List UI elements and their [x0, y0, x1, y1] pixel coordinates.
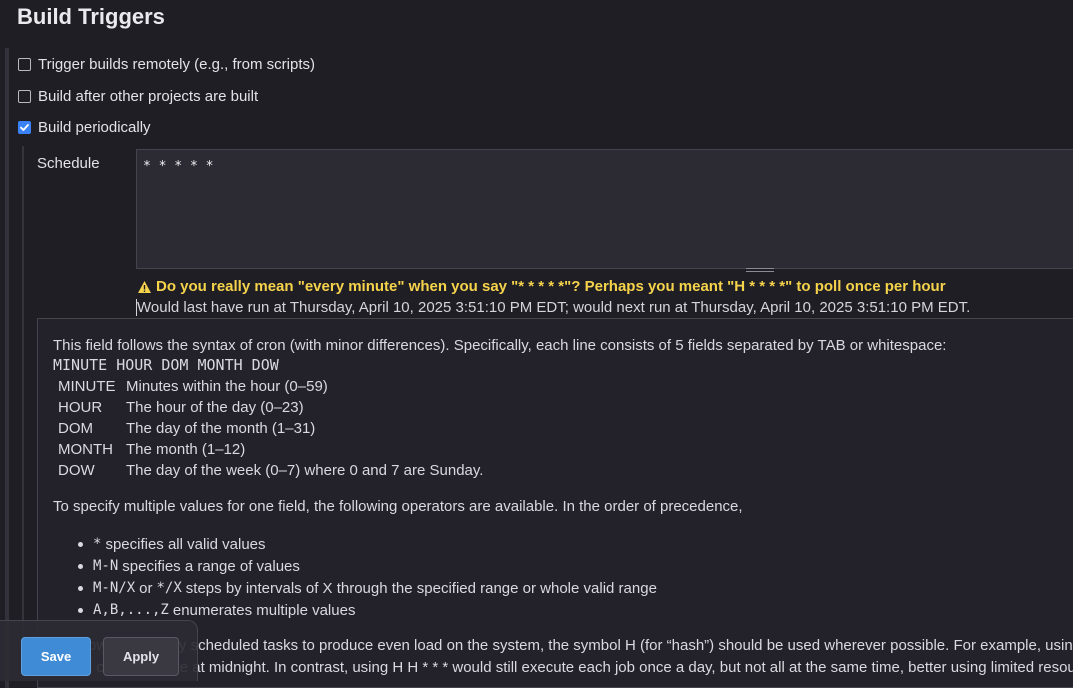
table-row: MINUTE Minutes within the hour (0–59): [58, 378, 328, 395]
build-periodically-checkbox[interactable]: [18, 121, 31, 134]
hash-paragraph-line-2: would cause a spike at midnight. In cont…: [53, 659, 1073, 676]
cron-fields-table: MINUTE Minutes within the hour (0–59) HOU…: [58, 376, 483, 481]
textarea-resize-handle[interactable]: [746, 268, 774, 272]
section-rail: [5, 48, 9, 688]
list-item: M-N/X or */X steps by intervals of X throug…: [78, 577, 657, 599]
table-row: DOM The day of the month (1–31): [58, 420, 316, 437]
list-item: * specifies all valid values: [78, 533, 657, 555]
list-item: A,B,...,Z enumerates multiple values: [78, 599, 657, 621]
help-intro: This field follows the syntax of cron (w…: [53, 337, 947, 354]
schedule-input[interactable]: * * * * *: [136, 149, 1073, 269]
apply-button[interactable]: Apply: [103, 637, 179, 676]
build-after-option[interactable]: Build after other projects are built: [18, 88, 258, 105]
save-button[interactable]: Save: [21, 637, 91, 676]
table-row: HOUR The hour of the day (0–23): [58, 399, 304, 416]
check-icon: [20, 124, 29, 131]
table-row: DOW The day of the week (0–7) where 0 and…: [58, 462, 484, 479]
table-row: MONTH The month (1–12): [58, 441, 246, 458]
list-item: M-N specifies a range of values: [78, 555, 657, 577]
operators-intro: To specify multiple values for one field…: [53, 498, 743, 515]
warning-text: Do you really mean "every minute" when y…: [156, 278, 946, 295]
trigger-remote-option[interactable]: Trigger builds remotely (e.g., from scri…: [18, 56, 315, 73]
section-title: Build Triggers: [17, 4, 165, 29]
hash-paragraph-line-1: To allow periodically scheduled tasks to…: [53, 637, 1073, 654]
schedule-run-info: Would last have run at Thursday, April 1…: [136, 299, 971, 316]
schedule-warning: Do you really mean "every minute" when y…: [137, 278, 946, 295]
warning-icon: [138, 280, 151, 293]
help-syntax: MINUTE HOUR DOM MONTH DOW: [53, 356, 279, 374]
schedule-label: Schedule: [37, 155, 100, 172]
trigger-remote-checkbox[interactable]: [18, 58, 31, 71]
trigger-remote-label: Trigger builds remotely (e.g., from scri…: [38, 56, 316, 73]
build-after-checkbox[interactable]: [18, 90, 31, 103]
build-periodically-option[interactable]: Build periodically: [18, 119, 151, 136]
build-periodically-label: Build periodically: [38, 119, 151, 136]
operators-list: * specifies all valid values M-N specifies…: [78, 533, 657, 621]
nested-options-rail: [22, 146, 24, 676]
build-after-label: Build after other projects are built: [38, 88, 259, 105]
